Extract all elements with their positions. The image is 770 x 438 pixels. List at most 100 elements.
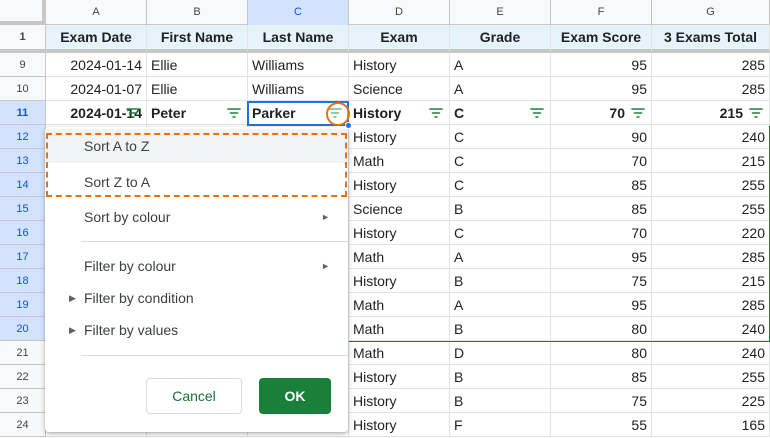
- cell-total[interactable]: 240: [652, 317, 770, 341]
- cell-total[interactable]: 255: [652, 365, 770, 389]
- filter-icon[interactable]: [631, 106, 645, 120]
- row-number[interactable]: 23: [0, 389, 46, 413]
- sort-by-colour-item[interactable]: Sort by colour ►: [45, 200, 348, 234]
- row-number[interactable]: 16: [0, 221, 46, 245]
- cell-exam-date[interactable]: 2024-01-14: [46, 101, 147, 125]
- header-cell-exam-score[interactable]: Exam Score: [551, 25, 652, 53]
- cancel-button[interactable]: Cancel: [146, 378, 242, 414]
- cell-grade[interactable]: C: [450, 173, 551, 197]
- row-number[interactable]: 24: [0, 413, 46, 437]
- cell-exam-score[interactable]: 75: [551, 389, 652, 413]
- cell-exam-score[interactable]: 75: [551, 269, 652, 293]
- cell-exam[interactable]: History: [349, 269, 450, 293]
- row-number[interactable]: 11: [0, 101, 46, 125]
- header-cell-last-name[interactable]: Last Name: [248, 25, 349, 53]
- filter-icon[interactable]: [227, 106, 241, 120]
- row-number[interactable]: 10: [0, 77, 46, 101]
- cell-grade[interactable]: B: [450, 389, 551, 413]
- cell-exam[interactable]: History: [349, 125, 450, 149]
- column-header-b[interactable]: B: [147, 0, 248, 25]
- sort-a-to-z-item[interactable]: Sort A to Z: [45, 129, 348, 163]
- cell-exam-score[interactable]: 90: [551, 125, 652, 149]
- cell-last-name[interactable]: Williams: [248, 53, 349, 77]
- cell-exam-score[interactable]: 95: [551, 77, 652, 101]
- cell-total[interactable]: 165: [652, 413, 770, 437]
- column-header-a[interactable]: A: [46, 0, 147, 25]
- row-number[interactable]: 22: [0, 365, 46, 389]
- cell-total[interactable]: 240: [652, 125, 770, 149]
- cell-grade[interactable]: C: [450, 125, 551, 149]
- cell-grade[interactable]: A: [450, 293, 551, 317]
- cell-grade[interactable]: B: [450, 269, 551, 293]
- ok-button[interactable]: OK: [259, 378, 331, 414]
- cell-total[interactable]: 285: [652, 53, 770, 77]
- cell-total[interactable]: 215: [652, 101, 770, 125]
- cell-exam-date[interactable]: 2024-01-14: [46, 53, 147, 77]
- cell-exam-score[interactable]: 55: [551, 413, 652, 437]
- row-number[interactable]: 21: [0, 341, 46, 365]
- cell-exam[interactable]: Math: [349, 149, 450, 173]
- cell-exam-score[interactable]: 80: [551, 341, 652, 365]
- cell-exam-score[interactable]: 95: [551, 53, 652, 77]
- header-cell-grade[interactable]: Grade: [450, 25, 551, 53]
- row-number[interactable]: 15: [0, 197, 46, 221]
- column-header-g[interactable]: G: [652, 0, 770, 25]
- cell-grade[interactable]: B: [450, 365, 551, 389]
- cell-grade[interactable]: B: [450, 197, 551, 221]
- row-number[interactable]: 20: [0, 317, 46, 341]
- cell-exam-score[interactable]: 95: [551, 245, 652, 269]
- cell-exam[interactable]: Science: [349, 197, 450, 221]
- column-header-e[interactable]: E: [450, 0, 551, 25]
- cell-grade[interactable]: F: [450, 413, 551, 437]
- filter-by-values-item[interactable]: ▶ Filter by values: [45, 313, 348, 347]
- cell-first-name[interactable]: Peter: [147, 101, 248, 125]
- row-number[interactable]: 14: [0, 173, 46, 197]
- cell-grade[interactable]: D: [450, 341, 551, 365]
- cell-total[interactable]: 215: [652, 149, 770, 173]
- filter-by-colour-item[interactable]: Filter by colour ►: [45, 249, 348, 283]
- cell-exam[interactable]: Math: [349, 245, 450, 269]
- row-number[interactable]: 19: [0, 293, 46, 317]
- cell-first-name[interactable]: Ellie: [147, 77, 248, 101]
- cell-grade[interactable]: C: [450, 149, 551, 173]
- column-header-d[interactable]: D: [349, 0, 450, 25]
- row-number[interactable]: 18: [0, 269, 46, 293]
- header-cell-first-name[interactable]: First Name: [147, 25, 248, 53]
- row-number[interactable]: 12: [0, 125, 46, 149]
- filter-icon[interactable]: [530, 106, 544, 120]
- header-cell-exam[interactable]: Exam: [349, 25, 450, 53]
- cell-exam[interactable]: History: [349, 365, 450, 389]
- cell-exam-score[interactable]: 85: [551, 197, 652, 221]
- cell-total[interactable]: 285: [652, 293, 770, 317]
- cell-exam[interactable]: History: [349, 389, 450, 413]
- cell-total[interactable]: 240: [652, 341, 770, 365]
- cell-exam[interactable]: Math: [349, 293, 450, 317]
- cell-total[interactable]: 225: [652, 389, 770, 413]
- cell-first-name[interactable]: Ellie: [147, 53, 248, 77]
- cell-total[interactable]: 255: [652, 197, 770, 221]
- row-number[interactable]: 17: [0, 245, 46, 269]
- header-cell-3-exams-total[interactable]: 3 Exams Total: [652, 25, 770, 53]
- cell-total[interactable]: 285: [652, 77, 770, 101]
- cell-exam-score[interactable]: 70: [551, 221, 652, 245]
- sort-z-to-a-item[interactable]: Sort Z to A: [45, 165, 348, 199]
- cell-exam-date[interactable]: 2024-01-07: [46, 77, 147, 101]
- cell-exam-score[interactable]: 70: [551, 101, 652, 125]
- cell-total[interactable]: 255: [652, 173, 770, 197]
- header-cell-exam-date[interactable]: Exam Date: [46, 25, 147, 53]
- cell-exam[interactable]: Math: [349, 317, 450, 341]
- cell-grade[interactable]: C: [450, 221, 551, 245]
- filter-icon[interactable]: [749, 106, 763, 120]
- filter-by-condition-item[interactable]: ▶ Filter by condition: [45, 281, 348, 315]
- cell-exam[interactable]: History: [349, 53, 450, 77]
- filter-icon[interactable]: [126, 106, 140, 120]
- cell-exam-score[interactable]: 85: [551, 365, 652, 389]
- column-header-c[interactable]: C: [248, 0, 349, 25]
- cell-grade[interactable]: A: [450, 245, 551, 269]
- cell-exam[interactable]: Math: [349, 341, 450, 365]
- row-number[interactable]: 13: [0, 149, 46, 173]
- cell-grade[interactable]: A: [450, 53, 551, 77]
- cell-exam[interactable]: History: [349, 101, 450, 125]
- cell-total[interactable]: 220: [652, 221, 770, 245]
- cell-exam[interactable]: History: [349, 413, 450, 437]
